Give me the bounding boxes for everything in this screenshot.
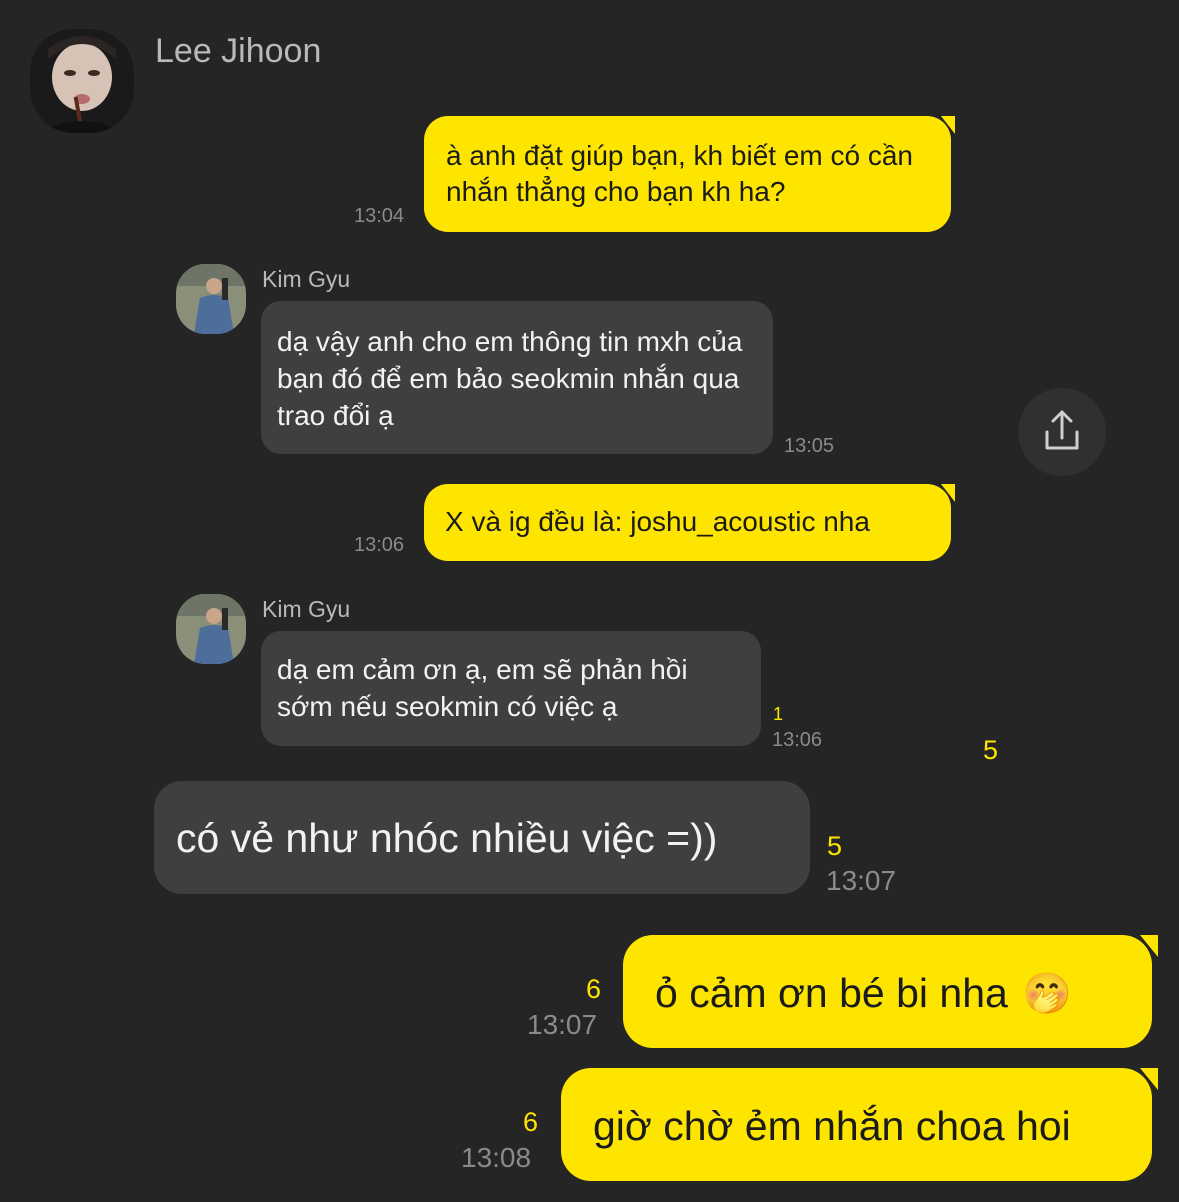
unread-count: 5: [983, 735, 999, 765]
bubble-tail: [1140, 935, 1158, 957]
message-text: giờ chờ ẻm nhắn choa hoi: [593, 1103, 1071, 1149]
share-icon: [1045, 410, 1079, 450]
message-text: ỏ cảm ơn bé bi nha: [655, 970, 1008, 1016]
message-time: 13:08: [461, 1142, 532, 1173]
sender-avatar[interactable]: [30, 29, 134, 133]
kim-gyu-avatar[interactable]: [176, 264, 246, 334]
sender-name: Kim Gyu: [262, 596, 351, 622]
unread-count: 6: [523, 1107, 539, 1137]
avatar-photo-icon: [30, 29, 134, 133]
message-bubble-outgoing[interactable]: X và ig đều là: joshu_acoustic nha: [424, 484, 955, 561]
message-text: à anh đặt giúp bạn, kh biết em có cần nh…: [446, 140, 913, 207]
kim-gyu-avatar[interactable]: [176, 594, 246, 664]
message-time: 13:04: [354, 205, 405, 227]
message-time: 13:06: [772, 729, 823, 751]
message-time: 13:07: [527, 1009, 598, 1040]
avatar-photo-icon: [176, 594, 246, 664]
sender-name: Kim Gyu: [262, 266, 351, 292]
unread-count: 6: [586, 974, 602, 1004]
bubble-tail: [941, 484, 955, 502]
avatar-photo-icon: [176, 264, 246, 334]
unread-count: 1: [773, 704, 784, 724]
sender-name: Lee Jihoon: [155, 32, 322, 70]
share-button[interactable]: [1018, 388, 1106, 476]
message-text: dạ em cảm ơn ạ, em sẽ phản hồi sớm nếu s…: [277, 654, 688, 722]
message-bubble-outgoing[interactable]: à anh đặt giúp bạn, kh biết em có cần nh…: [424, 116, 955, 232]
message-time: 13:05: [784, 435, 835, 457]
message-time: 13:07: [826, 865, 897, 896]
message-text: X và ig đều là: joshu_acoustic nha: [445, 506, 870, 537]
message-bubble-outgoing[interactable]: ỏ cảm ơn bé bi nha 🤭: [623, 935, 1158, 1048]
message-bubble-incoming[interactable]: dạ vậy anh cho em thông tin mxh của bạn …: [261, 301, 773, 454]
message-text: dạ vậy anh cho em thông tin mxh của bạn …: [277, 326, 743, 431]
message-time: 13:06: [354, 534, 405, 556]
bubble-tail: [941, 116, 955, 134]
message-text: có vẻ như nhóc nhiều việc =)): [176, 815, 718, 861]
message-bubble-outgoing[interactable]: giờ chờ ẻm nhắn choa hoi: [561, 1068, 1158, 1181]
bubble-tail: [1140, 1068, 1158, 1090]
unread-count: 5: [827, 831, 843, 861]
message-bubble-incoming[interactable]: dạ em cảm ơn ạ, em sẽ phản hồi sớm nếu s…: [261, 631, 761, 746]
face-with-hand-over-mouth-icon: 🤭: [1022, 972, 1073, 1016]
message-bubble-incoming[interactable]: có vẻ như nhóc nhiều việc =)): [154, 781, 810, 894]
